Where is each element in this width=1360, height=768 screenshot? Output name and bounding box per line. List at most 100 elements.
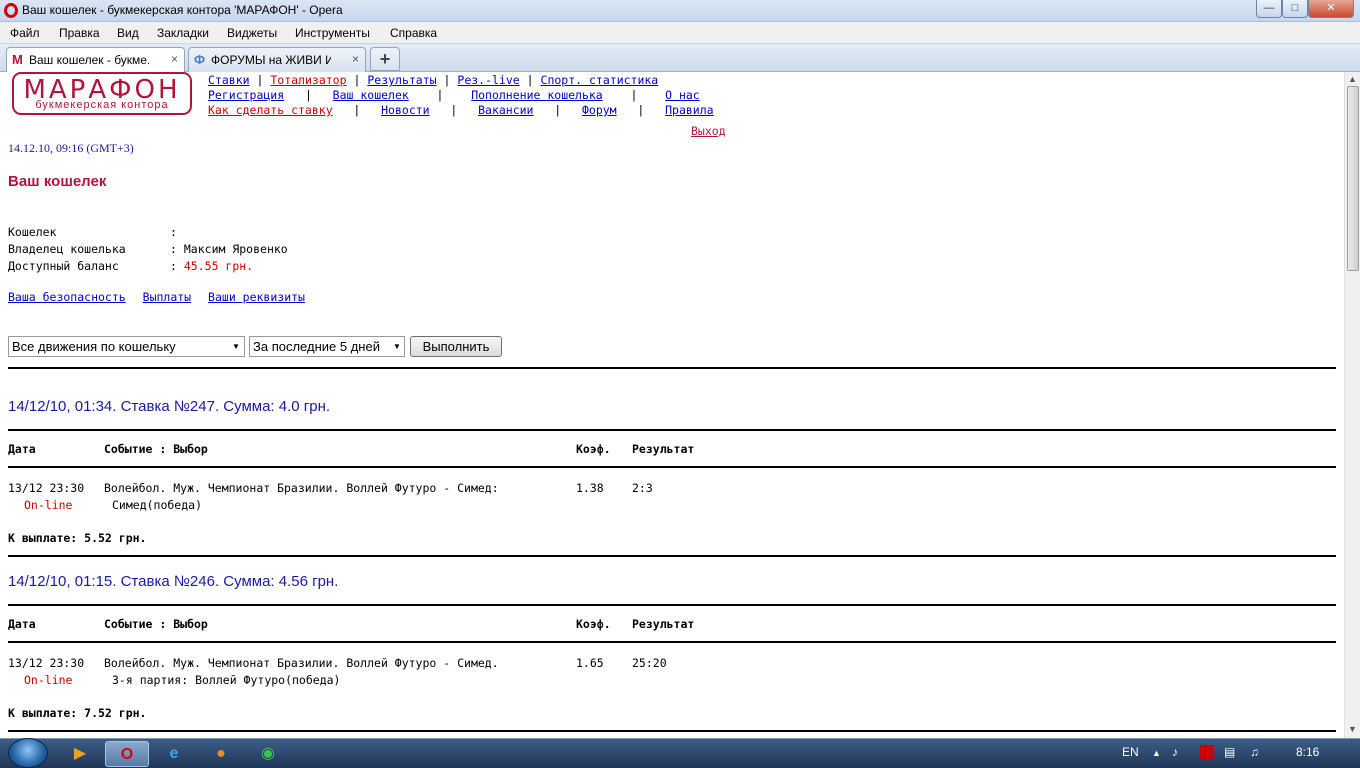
wallet-row: Кошелек: xyxy=(8,225,177,239)
divider xyxy=(8,730,1336,732)
green-app-icon[interactable]: ◉ xyxy=(246,741,290,767)
logout-link-wrap: Выход xyxy=(691,124,726,138)
bet-title: 14/12/10, 01:34. Ставка №247. Сумма: 4.0… xyxy=(8,398,331,415)
current-datetime: 14.12.10, 09:16 (GMT+3) xyxy=(8,141,134,155)
chevron-down-icon: ▼ xyxy=(393,342,401,351)
maximize-button[interactable]: □ xyxy=(1282,0,1308,18)
menu-tools[interactable]: Инструменты xyxy=(295,26,370,40)
page-content: МАРАФОН букмекерская контора Ставки | То… xyxy=(0,72,1344,738)
nav-link-bets[interactable]: Ставки xyxy=(208,73,250,87)
internet-explorer-icon[interactable]: e xyxy=(152,741,196,767)
nav-link-wallet[interactable]: Ваш кошелек xyxy=(333,88,409,102)
movement-type-select[interactable]: Все движения по кошельку xyxy=(8,336,245,357)
menu-bar: Файл Правка Вид Закладки Виджеты Инструм… xyxy=(0,22,1360,44)
antivirus-icon[interactable] xyxy=(1200,745,1214,759)
opera-taskbar-icon[interactable]: O xyxy=(105,741,149,767)
bet-selection: Симед(победа) xyxy=(112,498,203,512)
bet-selection: 3-я партия: Воллей Футуро(победа) xyxy=(112,673,341,687)
volume-icon[interactable]: ♫ xyxy=(1250,745,1259,759)
bet-status: On-line xyxy=(24,498,73,512)
payouts-link[interactable]: Выплаты xyxy=(143,290,191,304)
bet-result: 2:3 xyxy=(632,481,653,495)
clock[interactable]: 8:16 xyxy=(1296,745,1319,759)
window-title: Ваш кошелек - букмекерская контора 'МАРА… xyxy=(22,3,343,17)
col-event: Событие : Выбор xyxy=(104,617,208,631)
marathon-logo[interactable]: МАРАФОН букмекерская контора xyxy=(12,72,192,115)
bet-event: Волейбол. Муж. Чемпионат Бразилии. Волле… xyxy=(104,656,499,670)
nav-link-registration[interactable]: Регистрация xyxy=(208,88,284,102)
nav-row-3: Как сделать ставку | Новости | Вакансии … xyxy=(208,103,714,117)
col-date: Дата xyxy=(8,442,36,456)
start-button[interactable] xyxy=(8,738,48,768)
scroll-down-icon[interactable]: ▼ xyxy=(1347,724,1358,735)
network-icon[interactable]: ▤ xyxy=(1224,745,1235,759)
bet-title: 14/12/10, 01:15. Ставка №246. Сумма: 4.5… xyxy=(8,573,339,590)
logout-link[interactable]: Выход xyxy=(691,124,726,138)
tab-label: ФОРУМЫ на ЖИВИ И... xyxy=(211,53,331,67)
menu-bookmarks[interactable]: Закладки xyxy=(157,26,209,40)
divider xyxy=(8,367,1336,369)
nav-link-rules[interactable]: Правила xyxy=(665,103,713,117)
page-title: Ваш кошелек xyxy=(8,173,107,190)
divider xyxy=(8,641,1336,643)
nav-link-forum[interactable]: Форум xyxy=(582,103,617,117)
col-coef: Коэф. xyxy=(576,617,611,631)
requisites-link[interactable]: Ваши реквизиты xyxy=(208,290,305,304)
menu-file[interactable]: Файл xyxy=(10,26,40,40)
bet-result: 25:20 xyxy=(632,656,667,670)
menu-view[interactable]: Вид xyxy=(117,26,139,40)
bet-date: 13/12 23:30 xyxy=(8,656,85,670)
col-coef: Коэф. xyxy=(576,442,611,456)
logo-subtitle: букмекерская контора xyxy=(35,99,169,111)
close-tab-icon[interactable]: × xyxy=(352,52,359,66)
close-button[interactable]: ✕ xyxy=(1308,0,1354,18)
speaker-icon[interactable]: ♪ xyxy=(1172,745,1178,759)
bet-status: On-line xyxy=(24,673,73,687)
divider xyxy=(8,604,1336,606)
divider xyxy=(8,466,1336,468)
period-select[interactable]: За последние 5 дней xyxy=(249,336,405,357)
bet-payout: К выплате: 7.52 грн. xyxy=(8,706,147,720)
minimize-button[interactable]: — xyxy=(1256,0,1282,18)
nav-link-results[interactable]: Результаты xyxy=(367,73,436,87)
nav-link-about[interactable]: О нас xyxy=(665,88,700,102)
opera-logo-icon xyxy=(4,3,18,18)
security-link[interactable]: Ваша безопасность xyxy=(8,290,126,304)
nav-link-topup[interactable]: Пополнение кошелька xyxy=(471,88,603,102)
nav-link-how-to-bet[interactable]: Как сделать ставку xyxy=(208,103,333,117)
nav-link-vacancies[interactable]: Вакансии xyxy=(478,103,533,117)
col-result: Результат xyxy=(632,617,695,631)
balance-value: 45.55 грн. xyxy=(183,259,254,273)
firefox-icon[interactable]: ● xyxy=(199,741,243,767)
tray-expand-icon[interactable]: ▲ xyxy=(1152,748,1161,758)
nav-link-sport-stats[interactable]: Спорт. статистика xyxy=(541,73,659,87)
nav-row-2: Регистрация | Ваш кошелек | Пополнение к… xyxy=(208,88,700,102)
tab-forums[interactable]: Ф ФОРУМЫ на ЖИВИ И... × xyxy=(188,47,366,72)
menu-edit[interactable]: Правка xyxy=(59,26,100,40)
owner-value: Максим Яровенко xyxy=(183,242,288,256)
menu-help[interactable]: Справка xyxy=(390,26,437,40)
col-date: Дата xyxy=(8,617,36,631)
tab-wallet[interactable]: M Ваш кошелек - букме... × xyxy=(6,47,185,72)
media-player-icon[interactable]: ▶ xyxy=(58,741,102,767)
browser-window: Ваш кошелек - букмекерская контора 'МАРА… xyxy=(0,0,1360,768)
nav-link-totalizator[interactable]: Тотализатор xyxy=(270,73,346,87)
new-tab-button[interactable]: + xyxy=(370,47,400,71)
tab-bar: M Ваш кошелек - букме... × Ф ФОРУМЫ на Ж… xyxy=(0,44,1360,72)
col-result: Результат xyxy=(632,442,695,456)
divider xyxy=(8,429,1336,431)
bet-coef: 1.65 xyxy=(576,656,604,670)
menu-widgets[interactable]: Виджеты xyxy=(227,26,277,40)
close-tab-icon[interactable]: × xyxy=(171,52,178,66)
scrollbar-thumb[interactable] xyxy=(1347,86,1359,271)
bet-payout: К выплате: 5.52 грн. xyxy=(8,531,147,545)
nav-link-news[interactable]: Новости xyxy=(381,103,429,117)
execute-button[interactable]: Выполнить xyxy=(410,336,502,357)
owner-label: Владелец кошелька xyxy=(8,242,126,256)
account-links: Ваша безопасность Выплаты Ваши реквизиты xyxy=(8,290,305,304)
vertical-scrollbar[interactable]: ▲ ▼ xyxy=(1344,72,1360,738)
scroll-up-icon[interactable]: ▲ xyxy=(1347,74,1358,85)
language-indicator[interactable]: EN xyxy=(1122,745,1139,759)
wallet-label: Кошелек xyxy=(8,225,57,239)
nav-link-live-results[interactable]: Рез.-live xyxy=(457,73,519,87)
